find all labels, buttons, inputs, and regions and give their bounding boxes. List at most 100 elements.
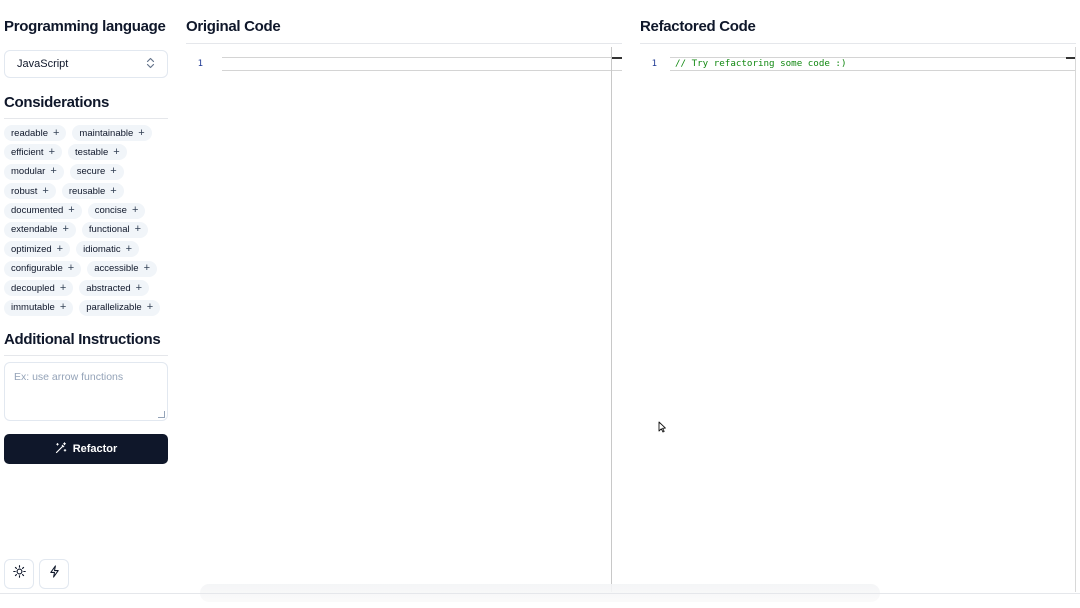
considerations-row: configurable + accessible + [4,260,172,280]
consideration-chip[interactable]: extendable + [4,221,76,238]
theme-toggle-button[interactable] [4,559,34,589]
wand-icon [55,441,67,457]
plus-icon: + [134,223,142,236]
considerations-row: documented + concise + [4,202,172,222]
consideration-label: abstracted [86,282,131,294]
consideration-label: robust [11,185,38,197]
instructions-placeholder: Ex: use arrow functions [14,371,124,383]
refactored-code-content: // Try refactoring some code :) [675,58,847,69]
plus-icon: + [125,242,133,255]
consideration-chip[interactable]: efficient + [4,144,63,161]
consideration-label: concise [94,205,127,217]
original-code-editor[interactable]: 1 [186,50,622,590]
refactor-button-label: Refactor [72,443,118,455]
consideration-label: immutable [11,302,55,314]
considerations-row: optimized + idiomatic + [4,241,172,260]
original-code-title: Original Code [186,18,281,35]
chevrons-up-down-icon [146,57,155,72]
lightning-icon [48,565,61,583]
considerations-row: robust + reusable + [4,183,172,202]
plus-icon: + [135,281,143,294]
sun-icon [12,565,26,583]
divider [186,43,622,44]
considerations-row: extendable + functional + [4,221,172,241]
plus-icon: + [138,126,145,139]
sidebar: Programming language JavaScript Consider… [4,0,168,608]
plus-icon: + [113,145,120,158]
plus-icon: + [59,281,67,294]
consideration-chip[interactable]: idiomatic + [76,241,140,258]
consideration-chip[interactable]: secure + [69,163,124,180]
language-select-value: JavaScript [17,58,69,70]
consideration-label: extendable [11,224,58,236]
flash-button[interactable] [39,559,69,589]
plus-icon: + [110,165,117,178]
consideration-chip[interactable]: testable + [68,144,127,161]
consideration-chip[interactable]: robust + [4,183,56,200]
considerations-heading: Considerations [4,94,109,111]
plus-icon: + [50,165,57,178]
current-line-highlight [222,57,622,71]
additional-instructions-heading: Additional Instructions [4,331,161,348]
plus-icon: + [143,262,150,275]
plus-icon: + [42,184,49,197]
consideration-chip[interactable]: optimized + [4,241,71,258]
consideration-label: configurable [11,263,63,275]
consideration-chip[interactable]: accessible + [87,260,157,277]
consideration-label: reusable [68,185,106,197]
minimap-marker [612,57,622,59]
divider [4,118,168,119]
considerations-row: immutable + parallelizable + [4,299,172,319]
considerations-list: readable + maintainable + efficient + testable… [4,125,172,319]
resize-handle[interactable] [158,411,165,418]
editor-scrollbar[interactable] [611,47,612,592]
plus-icon: + [131,204,139,217]
consideration-chip[interactable]: readable + [4,125,67,141]
line-number: 1 [651,59,657,69]
plus-icon: + [67,262,75,275]
consideration-chip[interactable]: reusable + [61,183,124,200]
language-heading: Programming language [4,18,166,35]
consideration-label: maintainable [79,127,134,139]
consideration-chip[interactable]: concise + [87,202,146,219]
language-select[interactable]: JavaScript [4,50,168,78]
consideration-label: idiomatic [83,243,121,255]
divider [640,43,1076,44]
consideration-label: decoupled [11,282,55,294]
instructions-textarea[interactable]: Ex: use arrow functions [4,362,168,421]
line-number: 1 [197,59,203,69]
consideration-chip[interactable]: documented + [4,202,82,219]
editor-scrollbar[interactable] [1075,47,1076,592]
refactor-button[interactable]: Refactor [4,434,168,464]
consideration-label: optimized [11,243,52,255]
consideration-chip[interactable]: modular + [4,163,64,180]
consideration-label: testable [75,146,109,158]
consideration-label: efficient [11,146,44,158]
consideration-chip[interactable]: decoupled + [4,280,74,297]
consideration-label: readable [11,127,48,139]
mouse-cursor-icon [658,420,666,433]
divider [4,355,168,356]
consideration-label: parallelizable [86,302,142,314]
plus-icon: + [110,184,117,197]
considerations-row: decoupled + abstracted + [4,280,172,299]
consideration-chip[interactable]: maintainable + [72,125,152,141]
consideration-label: secure [76,166,106,178]
consideration-chip[interactable]: parallelizable + [79,299,161,316]
plus-icon: + [62,223,69,236]
consideration-label: functional [88,224,130,236]
consideration-chip[interactable]: abstracted + [79,280,150,297]
plus-icon: + [59,301,67,314]
plus-icon: + [68,204,75,217]
refactored-code-editor[interactable]: 1 // Try refactoring some code :) [640,50,1076,590]
consideration-label: modular [11,166,46,178]
consideration-label: documented [11,205,64,217]
plus-icon: + [146,301,154,314]
consideration-chip[interactable]: functional + [81,221,149,238]
consideration-chip[interactable]: immutable + [4,299,74,316]
refactored-code-title: Refactored Code [640,18,756,35]
plus-icon: + [48,145,56,158]
considerations-row: efficient + testable + [4,144,172,163]
consideration-chip[interactable]: configurable + [4,260,82,277]
plus-icon: + [56,242,64,255]
